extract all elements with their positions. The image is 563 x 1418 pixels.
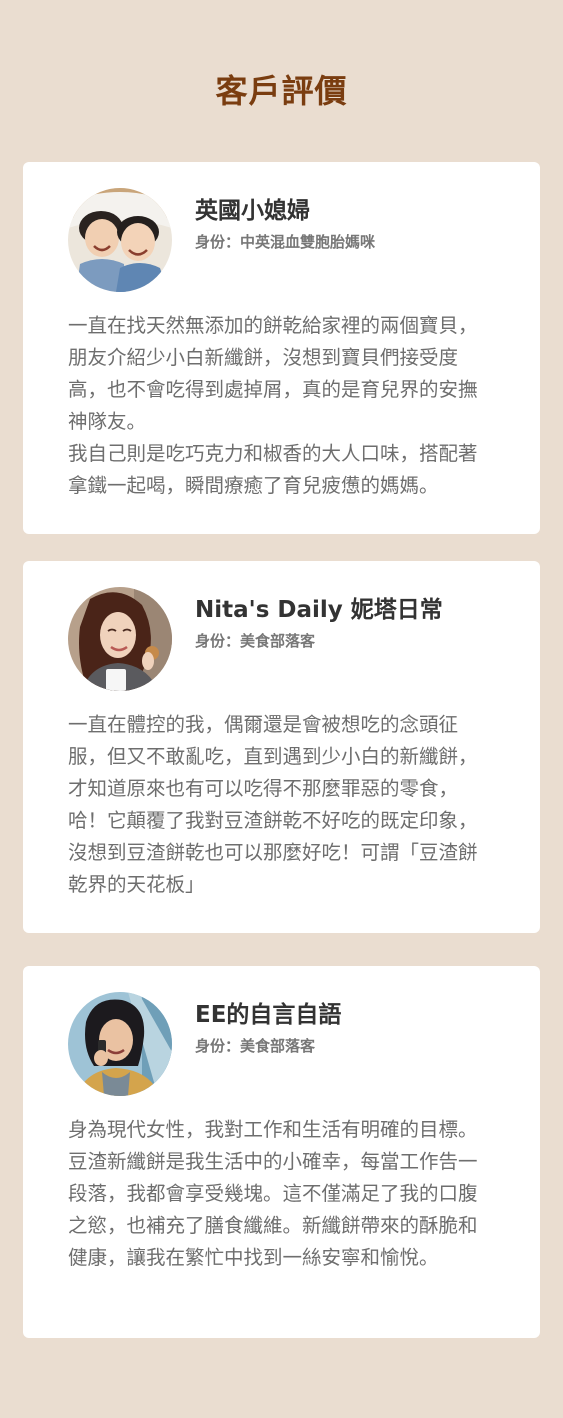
avatar — [68, 992, 172, 1096]
review-paragraph: 我自己則是吃巧克力和椒香的大人口味，搭配著拿鐵一起喝，瞬間療癒了育兒疲憊的媽媽。 — [68, 442, 478, 497]
page-title: 客戶評價 — [215, 72, 348, 110]
review-paragraph: 一直在找天然無添加的餅乾給家裡的兩個寶貝，朋友介紹少小白新纖餅，沒想到寶貝們接受… — [68, 314, 478, 433]
reviewer-name: EE的自言自語 — [195, 1002, 342, 1028]
woman-eating-cookie-photo — [68, 587, 172, 691]
reviewer-name: 英國小媳婦 — [195, 198, 310, 224]
reviewer-role: 身份：中英混血雙胞胎媽咪 — [195, 233, 376, 251]
twin-children-photo — [68, 188, 172, 292]
reviewer-role: 身份：美食部落客 — [195, 632, 316, 650]
reviewer-role: 身份：美食部落客 — [195, 1037, 316, 1055]
review-text: 一直在找天然無添加的餅乾給家裡的兩個寶貝，朋友介紹少小白新纖餅，沒想到寶貝們接受… — [68, 310, 496, 502]
testimonial-card: 英國小媳婦 身份：中英混血雙胞胎媽咪 一直在找天然無添加的餅乾給家裡的兩個寶貝，… — [23, 162, 540, 534]
avatar — [68, 587, 172, 691]
woman-on-phone-photo — [68, 992, 172, 1096]
reviewer-name: Nita's Daily 妮塔日常 — [195, 597, 443, 623]
review-text: 身為現代女性，我對工作和生活有明確的目標。豆渣新纖餅是我生活中的小確幸，每當工作… — [68, 1114, 496, 1274]
testimonial-card: EE的自言自語 身份：美食部落客 身為現代女性，我對工作和生活有明確的目標。豆渣… — [23, 966, 540, 1338]
review-text: 一直在體控的我，偶爾還是會被想吃的念頭征服，但又不敢亂吃，直到遇到少小白的新纖餅… — [68, 709, 496, 901]
review-paragraph: 一直在體控的我，偶爾還是會被想吃的念頭征服，但又不敢亂吃，直到遇到少小白的新纖餅… — [68, 713, 478, 896]
review-paragraph: 身為現代女性，我對工作和生活有明確的目標。豆渣新纖餅是我生活中的小確幸，每當工作… — [68, 1118, 478, 1269]
avatar — [68, 188, 172, 292]
testimonial-card: Nita's Daily 妮塔日常 身份：美食部落客 一直在體控的我，偶爾還是會… — [23, 561, 540, 933]
